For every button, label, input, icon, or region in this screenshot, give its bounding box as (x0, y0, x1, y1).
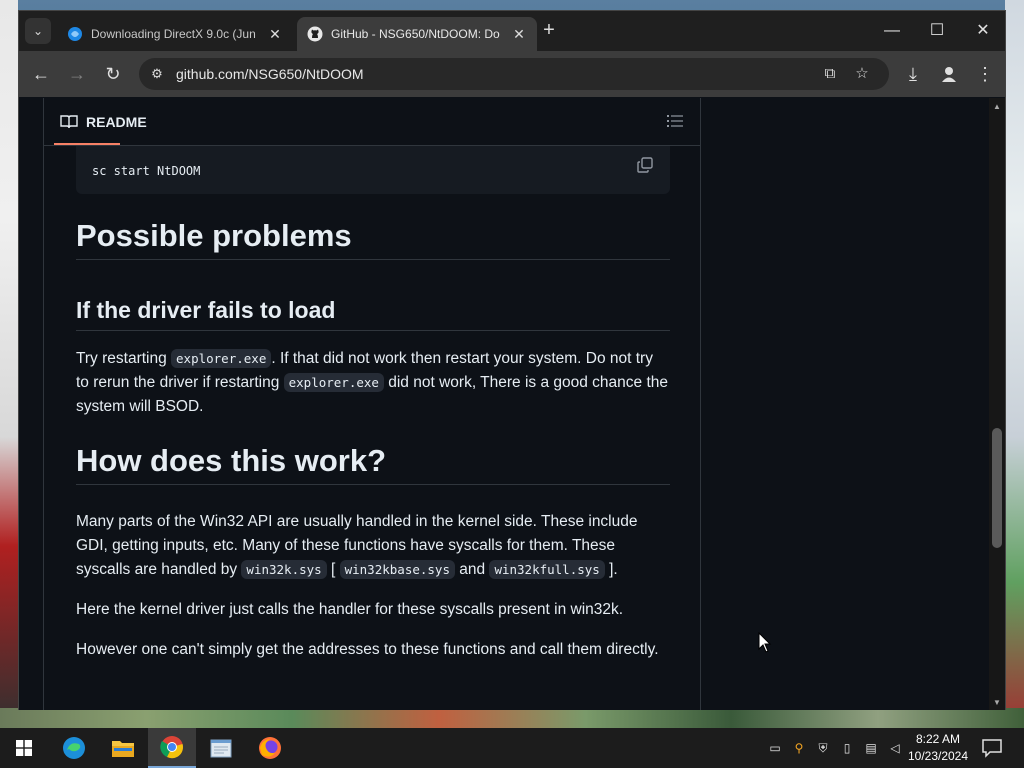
text-span: and (454, 561, 490, 578)
tab-title: GitHub - NSG650/NtDOOM: Do (331, 27, 500, 41)
notepad-icon (210, 739, 232, 758)
security-shield-tray-icon[interactable]: ⛨ (814, 738, 832, 758)
folder-icon (112, 741, 134, 757)
network-tray-icon[interactable]: ▤ (862, 738, 880, 758)
notification-center-icon[interactable] (980, 736, 1004, 760)
inline-code: explorer.exe (171, 349, 272, 368)
readme-tab-label: README (86, 114, 147, 130)
github-icon (307, 26, 323, 42)
inline-code: win32kbase.sys (339, 560, 455, 579)
maximize-button[interactable]: ☐ (917, 19, 957, 43)
volume-muted-tray-icon[interactable]: ◁ (886, 738, 904, 758)
heading-driver-fails: If the driver fails to load (76, 295, 670, 331)
close-tab-icon[interactable]: ✕ (511, 26, 527, 43)
reload-icon[interactable]: ↻ (101, 62, 125, 86)
bookmark-star-icon[interactable]: ☆ (851, 63, 873, 85)
readme-tab[interactable]: README (60, 98, 147, 146)
tab-github[interactable]: GitHub - NSG650/NtDOOM: Do ✕ (297, 17, 537, 51)
new-tab-button[interactable]: + (539, 20, 559, 41)
edge-icon (63, 737, 85, 759)
profile-avatar-icon (942, 67, 956, 82)
paragraph-driver-fails: Try restarting explorer.exe. If that did… (76, 347, 670, 419)
taskbar-firefox[interactable] (246, 728, 294, 768)
inline-code: win32kfull.sys (489, 560, 605, 579)
site-favicon-icon (68, 27, 82, 41)
inline-code: explorer.exe (283, 373, 384, 392)
forward-arrow-icon[interactable]: → (65, 62, 89, 86)
inline-code: win32k.sys (241, 560, 327, 579)
taskbar-notepad[interactable] (197, 728, 245, 768)
table-of-contents-icon[interactable] (666, 112, 684, 130)
tab-directx[interactable]: Downloading DirectX 9.0c (Jun ✕ (57, 17, 293, 51)
usb-tray-icon[interactable]: ▯ (838, 738, 856, 758)
scroll-up-arrow-icon[interactable]: ▲ (993, 102, 1001, 112)
scroll-down-arrow-icon[interactable]: ▼ (993, 698, 1001, 708)
scroll-thumb[interactable] (992, 428, 1002, 548)
clock-time: 8:22 AM (915, 732, 961, 746)
desktop-bottom-edge (0, 708, 1024, 728)
windows-logo-icon (16, 740, 32, 756)
desktop-left-edge (0, 0, 18, 728)
browser-toolbar: ← → ↻ ⚙ github.com/NSG650/NtDOOM ⧉ ☆ ⤓ ⋮ (19, 51, 1005, 97)
taskbar-edge[interactable] (50, 728, 98, 768)
chrome-window: ⌄ Downloading DirectX 9.0c (Jun ✕ GitHub… (18, 10, 1006, 710)
taskbar-clock[interactable]: 8:22 AM 10/23/2024 (906, 731, 970, 765)
code-line: sc start NtDOOM (92, 164, 201, 178)
readme-header: README (44, 98, 700, 146)
readme-container: README sc start NtDOOM Possible problems… (43, 98, 701, 710)
network-storage-tray-icon[interactable]: ▭ (766, 738, 784, 758)
site-info-icon[interactable]: ⚙ (147, 64, 167, 84)
desktop-right-edge (1005, 0, 1024, 728)
search-tray-icon[interactable]: ⚲ (790, 738, 808, 758)
heading-how-does-this-work: How does this work? (76, 441, 670, 485)
tab-strip: ⌄ Downloading DirectX 9.0c (Jun ✕ GitHub… (19, 11, 1005, 51)
github-page-content: README sc start NtDOOM Possible problems… (19, 98, 1005, 710)
active-tab-underline (54, 143, 120, 145)
profile-icon[interactable] (937, 62, 961, 86)
code-block: sc start NtDOOM (76, 146, 670, 194)
taskbar-chrome[interactable] (148, 728, 196, 768)
page-scrollbar[interactable]: ▲ ▼ (989, 98, 1005, 710)
heading-possible-problems: Possible problems (76, 216, 670, 260)
mouse-pointer-icon (758, 632, 772, 653)
url-text[interactable]: github.com/NSG650/NtDOOM (176, 66, 364, 82)
menu-kebab-icon[interactable]: ⋮ (973, 62, 997, 86)
minimize-button[interactable]: — (872, 19, 912, 43)
address-bar[interactable]: ⚙ github.com/NSG650/NtDOOM ⧉ ☆ (139, 58, 889, 90)
download-icon[interactable]: ⤓ (901, 62, 925, 86)
paragraph-win32-api: Many parts of the Win32 API are usually … (76, 510, 670, 582)
paragraph-kernel-driver: Here the kernel driver just calls the ha… (76, 601, 624, 618)
start-button[interactable] (0, 728, 48, 768)
close-tab-icon[interactable]: ✕ (267, 26, 283, 43)
tab-title: Downloading DirectX 9.0c (Jun (91, 27, 256, 41)
text-span: ]. (604, 561, 618, 578)
tab-search-chevron-icon[interactable]: ⌄ (25, 18, 51, 44)
install-app-icon[interactable]: ⧉ (819, 63, 841, 85)
text-span: [ (326, 561, 340, 578)
back-arrow-icon[interactable]: ← (29, 62, 53, 86)
windows-taskbar: ▭ ⚲ ⛨ ▯ ▤ ◁ 8:22 AM 10/23/2024 (0, 728, 1024, 768)
close-window-button[interactable]: ✕ (963, 19, 1003, 43)
firefox-icon (259, 737, 281, 759)
copy-icon[interactable] (636, 156, 654, 174)
chrome-icon (160, 736, 183, 759)
taskbar-file-explorer[interactable] (99, 728, 147, 768)
book-icon (60, 115, 78, 129)
paragraph-addresses: However one can't simply get the address… (76, 641, 659, 658)
text-span: Try restarting (76, 350, 172, 367)
clock-date: 10/23/2024 (907, 749, 969, 763)
